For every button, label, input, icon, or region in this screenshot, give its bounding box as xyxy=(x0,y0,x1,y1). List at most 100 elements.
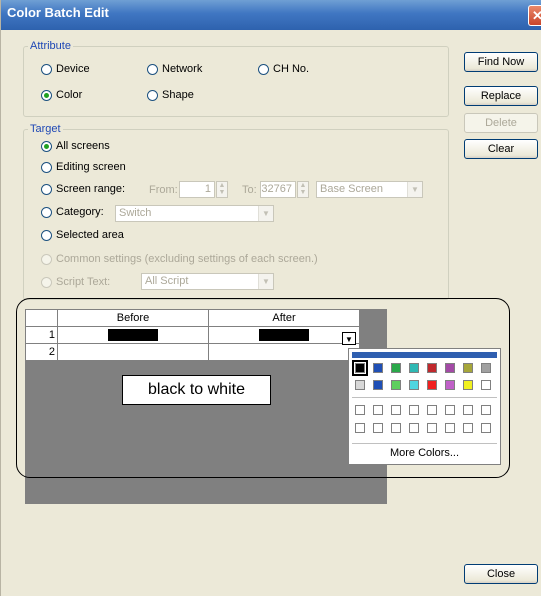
chevron-down-icon: ▼ xyxy=(258,274,273,289)
palette-color-swatch[interactable] xyxy=(481,423,491,433)
palette-color-swatch[interactable] xyxy=(409,405,419,415)
from-spin-arrows-icon[interactable]: ▲ ▼ xyxy=(216,181,228,198)
radio-device-circle xyxy=(41,63,52,75)
radio-category[interactable]: Category: xyxy=(41,206,104,218)
radio-screen-range-circle xyxy=(41,183,52,195)
callout-label: black to white xyxy=(122,375,271,405)
palette-color-swatch[interactable] xyxy=(481,380,491,390)
radio-color-circle xyxy=(41,89,52,101)
palette-color-swatch[interactable] xyxy=(355,423,365,433)
radio-script-text-label: Script Text: xyxy=(56,276,111,288)
find-now-button[interactable]: Find Now xyxy=(464,52,538,72)
radio-selected-area-label: Selected area xyxy=(56,229,124,241)
more-colors-label: More Colors... xyxy=(389,447,460,459)
target-legend: Target xyxy=(30,123,61,135)
replace-button[interactable]: Replace xyxy=(464,86,538,106)
radio-common-settings[interactable]: Common settings (excluding settings of e… xyxy=(41,253,318,265)
palette-color-swatch[interactable] xyxy=(391,423,401,433)
palette-color-swatch[interactable] xyxy=(355,380,365,390)
palette-color-swatch[interactable] xyxy=(409,363,419,373)
screen-type-select[interactable]: Base Screen ▼ xyxy=(316,181,423,198)
radio-device-label: Device xyxy=(56,63,90,75)
radio-shape[interactable]: Shape xyxy=(147,89,194,101)
close-window-icon[interactable]: ✕ xyxy=(528,5,541,26)
radio-selected-area-circle xyxy=(41,229,52,241)
palette-color-swatch[interactable] xyxy=(445,423,455,433)
palette-color-swatch[interactable] xyxy=(427,363,437,373)
palette-color-swatch[interactable] xyxy=(373,405,383,415)
radio-device[interactable]: Device xyxy=(41,63,90,75)
radio-shape-circle xyxy=(147,89,158,101)
radio-network-label: Network xyxy=(162,63,203,75)
palette-color-swatch[interactable] xyxy=(445,380,455,390)
radio-color-label: Color xyxy=(56,89,83,101)
palette-color-swatch[interactable] xyxy=(373,363,383,373)
radio-common-settings-label: Common settings (excluding settings of e… xyxy=(56,253,318,265)
radio-shape-label: Shape xyxy=(162,89,194,101)
palette-color-swatch[interactable] xyxy=(427,405,437,415)
radio-screen-range[interactable]: Screen range: xyxy=(41,183,125,195)
palette-color-swatch[interactable] xyxy=(445,363,455,373)
radio-ch-no[interactable]: CH No. xyxy=(258,63,309,75)
palette-color-swatch[interactable] xyxy=(463,363,473,373)
palette-color-swatch[interactable] xyxy=(373,380,383,390)
palette-color-swatch[interactable] xyxy=(391,363,401,373)
palette-color-swatch[interactable] xyxy=(352,360,368,376)
palette-color-swatch[interactable] xyxy=(481,405,491,415)
to-label: To: xyxy=(242,184,257,196)
attribute-group: Attribute xyxy=(23,40,449,117)
radio-all-screens-label: All screens xyxy=(56,140,110,152)
radio-editing-screen-circle xyxy=(41,161,52,173)
script-text-value: All Script xyxy=(145,275,189,287)
title-bar[interactable]: Color Batch Edit ✕ xyxy=(1,0,541,30)
radio-category-circle xyxy=(41,206,52,218)
radio-ch-no-circle xyxy=(258,63,269,75)
palette-color-swatch[interactable] xyxy=(481,363,491,373)
radio-script-text-circle xyxy=(41,276,52,288)
to-spin-arrows-icon[interactable]: ▲ ▼ xyxy=(297,181,309,198)
radio-script-text[interactable]: Script Text: xyxy=(41,276,110,288)
color-batch-edit-dialog: Color Batch Edit ✕ Attribute Device Netw… xyxy=(0,0,541,596)
radio-category-label: Category: xyxy=(56,206,104,218)
palette-color-swatch[interactable] xyxy=(463,405,473,415)
radio-editing-screen-label: Editing screen xyxy=(56,161,126,173)
window-title: Color Batch Edit xyxy=(7,5,109,20)
palette-title-bar xyxy=(352,352,497,358)
radio-editing-screen[interactable]: Editing screen xyxy=(41,161,126,173)
close-button[interactable]: Close xyxy=(464,564,538,584)
script-text-select[interactable]: All Script ▼ xyxy=(141,273,274,290)
palette-color-swatch[interactable] xyxy=(427,380,437,390)
category-select[interactable]: Switch ▼ xyxy=(115,205,274,222)
from-input[interactable]: 1 xyxy=(179,181,215,198)
palette-color-swatch[interactable] xyxy=(445,405,455,415)
radio-all-screens-circle xyxy=(41,140,52,152)
radio-network[interactable]: Network xyxy=(147,63,202,75)
radio-selected-area[interactable]: Selected area xyxy=(41,229,124,241)
clear-button[interactable]: Clear xyxy=(464,139,538,159)
palette-color-swatch[interactable] xyxy=(409,380,419,390)
palette-color-swatch[interactable] xyxy=(355,405,365,415)
radio-all-screens[interactable]: All screens xyxy=(41,140,110,152)
from-label: From: xyxy=(149,184,178,196)
palette-color-swatch[interactable] xyxy=(463,380,473,390)
radio-network-circle xyxy=(147,63,158,75)
palette-separator xyxy=(352,397,497,398)
palette-color-swatch[interactable] xyxy=(409,423,419,433)
radio-ch-no-label: CH No. xyxy=(273,63,310,75)
screen-type-value: Base Screen xyxy=(320,183,383,195)
palette-color-swatch[interactable] xyxy=(427,423,437,433)
radio-color[interactable]: Color xyxy=(41,89,82,101)
to-input[interactable]: 32767 xyxy=(260,181,296,198)
palette-color-swatch[interactable] xyxy=(391,380,401,390)
palette-color-swatch[interactable] xyxy=(373,423,383,433)
radio-common-settings-circle xyxy=(41,253,52,265)
palette-color-swatch[interactable] xyxy=(391,405,401,415)
radio-screen-range-label: Screen range: xyxy=(56,183,126,195)
attribute-legend: Attribute xyxy=(30,40,71,52)
chevron-down-icon: ▼ xyxy=(258,206,273,221)
category-value: Switch xyxy=(119,207,152,219)
delete-button[interactable]: Delete xyxy=(464,113,538,133)
more-colors-button[interactable]: More Colors... xyxy=(352,443,497,462)
palette-color-swatch[interactable] xyxy=(463,423,473,433)
color-palette-popup: More Colors... xyxy=(348,348,501,465)
